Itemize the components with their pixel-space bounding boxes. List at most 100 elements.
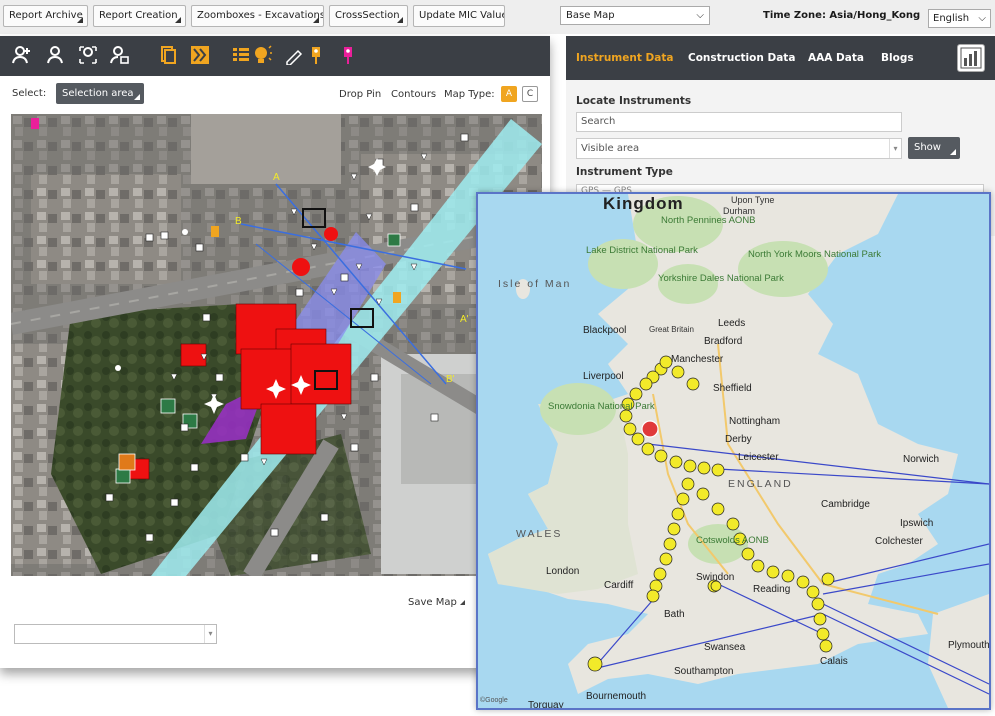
zoomboxes-label: Zoomboxes - Excavations	[197, 10, 324, 21]
city-brighton: Calais	[820, 656, 848, 667]
instrument-search-input[interactable]: Search	[576, 112, 902, 132]
region-england: ENGLAND	[728, 478, 793, 490]
visible-area-value: Visible area	[581, 143, 640, 154]
city-cambridge: Cambridge	[821, 499, 870, 510]
update-mic-value-button[interactable]: Update MIC Value	[413, 5, 505, 27]
select-label: Select:	[12, 88, 47, 99]
top-toolbar: Report Archive Report Creation Zoomboxes…	[0, 0, 995, 34]
locate-instruments-title: Locate Instruments	[576, 95, 692, 107]
city-norwich: Norwich	[903, 454, 940, 465]
tab-blogs[interactable]: Blogs	[881, 52, 914, 64]
tab-construction-data[interactable]: Construction Data	[688, 52, 795, 64]
chevron-down-icon: ⌵	[978, 13, 986, 24]
city-plymouth: Torquay	[528, 700, 564, 710]
park-lake-district: Lake District National Park	[586, 245, 698, 256]
visible-area-select[interactable]: Visible area ▾	[576, 138, 902, 159]
pen-icon[interactable]	[284, 45, 304, 65]
section-label-a: A	[273, 172, 280, 183]
map-credit: ©Google	[480, 697, 508, 704]
park-north-york-moors: North York Moors National Park	[748, 249, 882, 260]
language-select[interactable]: English ⌵	[928, 9, 991, 28]
dropdown-corner-icon	[175, 17, 181, 23]
satellite-map[interactable]: A A' B B'	[11, 114, 542, 576]
park-yorkshire-dales: Yorkshire Dales National Park	[658, 273, 784, 284]
save-map-label: Save Map	[408, 597, 457, 608]
pink-pin-icon[interactable]	[338, 45, 358, 65]
park-snowdonia: Snowdonia National Park	[548, 401, 655, 412]
park-north-pennines: North Pennines AONB	[661, 215, 756, 226]
remove-user-icon[interactable]	[46, 45, 66, 65]
report-creation-label: Report Creation	[99, 10, 178, 21]
bottom-select[interactable]: ▾	[14, 624, 217, 644]
map-type-label: Map Type:	[444, 89, 495, 100]
city-reading: Reading	[753, 584, 791, 595]
park-cotswolds: Cotswolds AONB	[696, 535, 769, 546]
city-calais: Plymouth	[948, 640, 990, 651]
dropdown-corner-icon	[950, 149, 956, 155]
map-type-c-button[interactable]: C	[522, 86, 538, 102]
tab-instrument-data[interactable]: Instrument Data	[576, 52, 673, 64]
time-zone-label: Time Zone: Asia/Hong_Kong	[763, 10, 921, 21]
selection-area-value: Selection area	[62, 88, 134, 99]
orange-pin-icon[interactable]	[306, 45, 326, 65]
copy-icon[interactable]	[158, 45, 178, 65]
city-great-britain: Great Britain	[649, 325, 694, 334]
city-swansea: London	[546, 566, 580, 577]
show-button[interactable]: Show	[908, 137, 960, 159]
chevron-down-icon: ▾	[204, 625, 216, 643]
map-label-upon-tyne: Upon Tyne	[731, 195, 775, 205]
layers-list-icon[interactable]	[232, 45, 252, 65]
lightbulb-icon[interactable]	[252, 45, 272, 65]
update-mic-value-label: Update MIC Value	[419, 10, 505, 21]
report-archive-label: Report Archive	[9, 10, 83, 21]
cross-section-button[interactable]: CrossSection	[329, 5, 408, 27]
user-square-icon[interactable]	[110, 45, 130, 65]
chevron-down-icon: ⌵	[696, 10, 704, 21]
uk-map-overlay[interactable]: Kingdom Upon Tyne Durham North Pennines …	[476, 192, 991, 710]
city-southampton: Swansea	[704, 642, 746, 653]
app-window: Report Archive Report Creation Zoomboxes…	[0, 0, 995, 716]
city-cardiff: Cardiff	[604, 580, 634, 591]
region-wales: WALES	[516, 528, 563, 540]
section-label-b-prime: B'	[446, 374, 455, 385]
contours-link[interactable]: Contours	[391, 89, 436, 100]
city-leeds: Leeds	[718, 318, 746, 329]
base-map-select[interactable]: Base Map ⌵	[560, 6, 710, 25]
satellite-map-canvas: A A' B B'	[11, 114, 542, 576]
city-nottingham: Nottingham	[729, 416, 781, 427]
add-user-icon[interactable]	[12, 45, 32, 65]
city-sheffield: Sheffield	[713, 383, 752, 394]
save-map-button[interactable]: Save Map	[408, 597, 465, 608]
select-user-icon[interactable]	[78, 45, 98, 65]
chevron-down-icon: ▾	[889, 139, 901, 158]
city-swindon: Swindon	[696, 572, 735, 583]
report-creation-button[interactable]: Report Creation	[93, 5, 186, 27]
map-heading: Kingdom	[603, 194, 684, 213]
dropdown-corner-icon	[397, 17, 403, 23]
language-value: English	[933, 13, 970, 24]
region-isle-of-man: Isle of Man	[498, 278, 572, 290]
city-bournemouth: Southampton	[674, 666, 734, 677]
section-label-a-prime: A'	[460, 314, 469, 325]
show-label: Show	[914, 142, 941, 153]
map-tools-toolbar	[0, 36, 550, 76]
city-leicester: Leicester	[738, 452, 779, 463]
drop-pin-link[interactable]: Drop Pin	[339, 89, 381, 100]
report-archive-button[interactable]: Report Archive	[3, 5, 88, 27]
forward-icon[interactable]	[190, 45, 210, 65]
dropdown-corner-icon	[134, 94, 140, 100]
tab-aaa-data[interactable]: AAA Data	[808, 52, 864, 64]
search-placeholder: Search	[581, 116, 616, 127]
map-type-a-button[interactable]: A	[501, 86, 517, 102]
city-liverpool: Liverpool	[583, 371, 624, 382]
dropdown-corner-icon	[77, 17, 83, 23]
chart-button[interactable]	[957, 44, 985, 72]
city-derby: Derby	[725, 434, 752, 445]
city-bath: Bath	[664, 609, 685, 620]
cross-section-label: CrossSection	[335, 10, 400, 21]
base-map-value: Base Map	[566, 10, 615, 21]
dropdown-corner-icon	[459, 600, 465, 605]
zoomboxes-button[interactable]: Zoomboxes - Excavations	[191, 5, 324, 27]
map-panel: Select: Selection area Drop Pin Contours…	[0, 36, 550, 668]
selection-area-select[interactable]: Selection area	[56, 83, 144, 104]
